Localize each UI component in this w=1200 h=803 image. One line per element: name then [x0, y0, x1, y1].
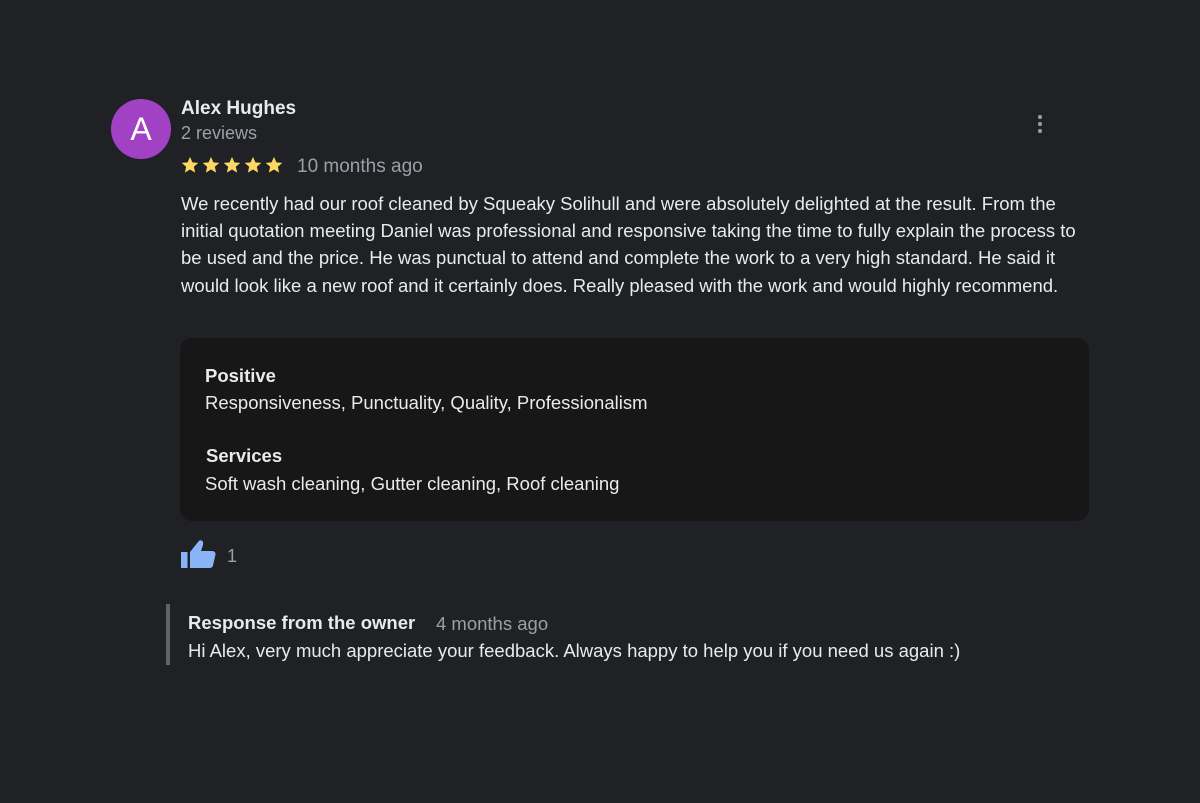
more-vert-icon — [1038, 115, 1042, 119]
owner-response-text: Hi Alex, very much appreciate your feedb… — [188, 640, 961, 661]
thumbs-up-icon[interactable] — [180, 538, 218, 572]
review-date: 10 months ago — [297, 156, 423, 177]
owner-response-date: 4 months ago — [436, 613, 549, 634]
review-count[interactable]: 2 reviews — [181, 123, 257, 144]
more-vert-icon-dot — [1038, 129, 1042, 133]
avatar[interactable]: A — [111, 99, 171, 159]
star-icon — [181, 156, 199, 173]
services-heading: Services — [206, 445, 283, 466]
like-count: 1 — [227, 546, 238, 566]
services-value: Soft wash cleaning, Gutter cleaning, Roo… — [205, 473, 620, 494]
more-vert-icon-dot — [1038, 122, 1042, 126]
owner-response-title: Response from the owner — [188, 612, 416, 633]
positive-heading: Positive — [205, 365, 276, 386]
star-icon — [244, 156, 262, 173]
star-icon — [265, 156, 283, 173]
owner-response: Response from the owner 4 months ago Hi … — [166, 604, 1070, 665]
star-icon — [202, 156, 220, 173]
review-attributes: Positive Responsiveness, Punctuality, Qu… — [180, 338, 1089, 521]
star-rating — [180, 155, 284, 175]
star-icon — [223, 156, 241, 173]
review-text: We recently had our roof cleaned by Sque… — [181, 193, 1076, 296]
reviewer-name[interactable]: Alex Hughes — [181, 98, 296, 120]
positive-value: Responsiveness, Punctuality, Quality, Pr… — [205, 392, 648, 413]
more-options-button[interactable] — [1026, 108, 1054, 140]
review-card: A Alex Hughes 2 reviews 10 months ago We… — [0, 0, 1200, 803]
